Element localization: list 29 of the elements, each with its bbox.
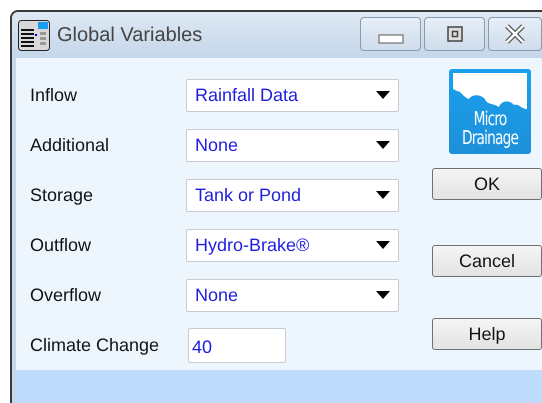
dialog-button[interactable]: Cancel <box>432 245 542 277</box>
maximize-icon <box>446 26 462 42</box>
dialog-button[interactable]: OK <box>432 168 542 200</box>
caret-icon <box>376 241 390 249</box>
field-label: Inflow <box>29 84 78 106</box>
caret-icon <box>376 91 390 99</box>
caret-icon <box>376 291 390 299</box>
field-label: Outflow <box>29 234 92 256</box>
dropdown[interactable]: Rainfall Data <box>186 78 399 112</box>
window-title: Global Variables <box>57 24 204 46</box>
dropdown[interactable]: None <box>186 278 399 312</box>
dropdown[interactable]: None <box>186 128 399 162</box>
logo-text: Micro Drainage <box>462 110 518 151</box>
caret-icon <box>376 191 390 199</box>
field-label: Overflow <box>29 284 102 306</box>
field-label: Additional <box>29 134 110 156</box>
minimize-button[interactable] <box>360 17 421 51</box>
field-label: Climate Change <box>29 334 160 356</box>
caret-icon <box>376 141 390 149</box>
input-field[interactable]: 40 <box>188 328 286 362</box>
dropdown[interactable]: Hydro-Brake® <box>186 228 399 262</box>
app-icon <box>18 20 50 50</box>
close-button[interactable] <box>488 17 542 51</box>
dropdown[interactable]: Tank or Pond <box>186 178 399 212</box>
maximize-button[interactable] <box>424 17 485 51</box>
dialog-button[interactable]: Help <box>432 318 542 350</box>
minimize-icon <box>378 34 404 44</box>
field-label: Storage <box>29 184 94 206</box>
close-icon <box>504 24 526 44</box>
